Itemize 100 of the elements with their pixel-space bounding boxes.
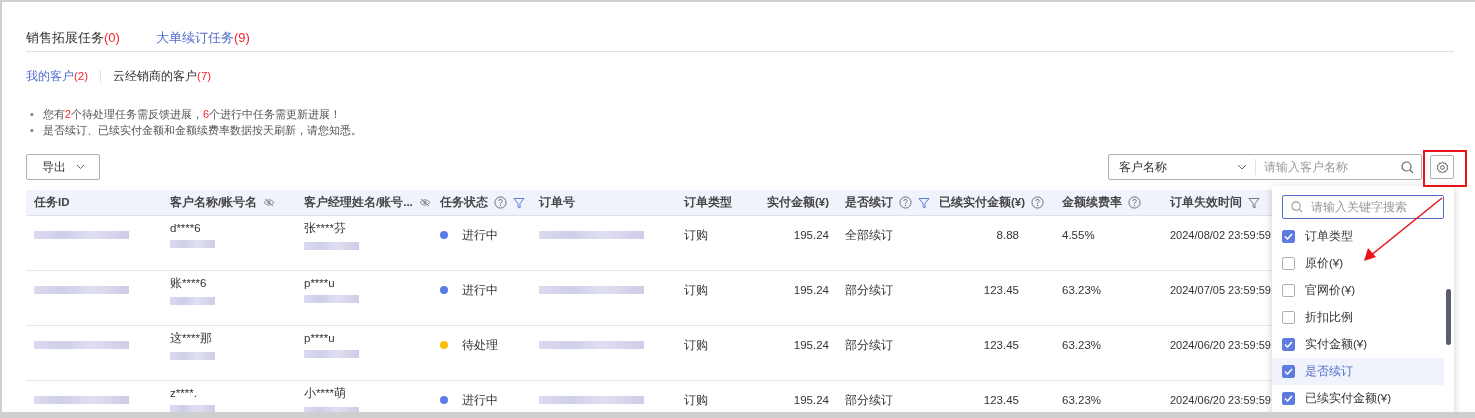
bullet-mark: • [30,123,34,138]
date-text: 2024/07/05 23:59:59 [1170,284,1271,296]
highlight-frame [1423,150,1467,187]
amount-text: 195.24 [793,284,829,296]
column-option[interactable]: 订单类型 [1272,223,1444,250]
amount-text: 123.45 [983,339,1019,351]
filter-icon[interactable] [513,196,525,209]
help-icon[interactable] [899,196,912,209]
checkbox[interactable] [1282,230,1295,243]
checkbox[interactable] [1282,311,1295,324]
status-text: 进行中 [462,282,498,298]
checkbox[interactable] [1282,392,1295,405]
search-icon[interactable] [1401,160,1414,174]
order-type-text: 订购 [684,227,708,243]
column-header: 客户名称/账号名 [170,195,258,210]
column-option[interactable]: 实付金额(¥) [1272,331,1444,358]
blurred-account-name [170,240,215,248]
manager-name: p****u [304,332,335,344]
blurred-account-name [304,350,359,358]
amount-text: 123.45 [983,284,1019,296]
hidden-eye-icon[interactable] [263,198,276,207]
column-header: 任务状态 [440,195,488,210]
hidden-eye-icon[interactable] [418,198,431,207]
column-option[interactable]: 已续实付金额(¥) [1272,385,1444,412]
column-header: 金额续费率 [1062,195,1122,210]
caret-icon [75,164,85,170]
column-option[interactable]: 官网价(¥) [1272,277,1444,304]
notice-text: 您有2个待处理任务需反馈进展，6个进行中任务需更新进展！ [42,107,342,122]
column-header: 实付金额(¥) [766,195,829,210]
blurred-account-name [170,296,215,305]
blurred-account-name [170,405,215,412]
column-option[interactable]: 原价(¥) [1272,250,1444,277]
renewal-text: 全部续订 [845,227,893,243]
customer-name: z****. [170,387,197,399]
column-header: 任务ID [34,195,70,210]
export-button[interactable]: 导出 [26,154,100,180]
customer-search-box[interactable]: 客户名称 请输入客户名称 [1108,154,1422,180]
customer-name: d****6 [170,222,201,234]
order-type-text: 订购 [684,337,708,353]
renewal-text: 部分续订 [845,282,893,298]
amount-text: 8.88 [996,229,1019,241]
rate-text: 63.23% [1062,339,1101,351]
blurred-account-name [170,351,215,360]
date-text: 2024/06/20 23:59:59 [1170,339,1271,351]
scrollbar[interactable] [1446,289,1451,345]
search-icon [1291,201,1303,213]
amount-text: 195.24 [793,339,829,351]
blurred-account-name [304,241,359,250]
rate-text: 63.23% [1062,394,1101,406]
search-scope-dropdown[interactable]: 客户名称 [1109,158,1255,176]
checkbox[interactable] [1282,257,1295,270]
blurred-account-name [304,406,359,412]
column-header: 客户经理姓名/账号... [304,195,413,210]
order-type-text: 订购 [684,392,708,408]
manager-name: 小****萌 [304,385,346,401]
tab[interactable]: 大单续订任务(9) [155,28,250,47]
column-option[interactable]: 是否续订 [1272,358,1444,385]
customer-search-field[interactable]: 请输入客户名称 [1256,159,1401,175]
settings-icon [1435,160,1449,174]
status-text: 待处理 [462,337,498,353]
renewal-text: 部分续订 [845,392,893,408]
column-header: 订单号 [539,195,575,210]
help-icon[interactable] [494,196,507,209]
keyword-search-field[interactable]: 请输入关键字搜索 [1309,200,1433,214]
status-text: 进行中 [462,392,498,408]
keyword-search-box[interactable]: 请输入关键字搜索 [1282,195,1444,219]
customer-name: 账****6 [170,275,207,291]
amount-text: 123.45 [983,394,1019,406]
notice-text: 是否续订、已续实付金额和金额续费率数据按天刷新，请您知悉。 [42,123,362,138]
settings-button[interactable] [1430,155,1454,179]
checkbox[interactable] [1282,284,1295,297]
checkbox[interactable] [1282,365,1295,378]
renewal-text: 部分续订 [845,337,893,353]
rate-text: 4.55% [1062,229,1095,241]
manager-name: 张****芬 [304,220,346,236]
rate-text: 63.23% [1062,284,1101,296]
column-header: 已续实付金额(¥) [939,195,1026,210]
column-option[interactable]: 折扣比例 [1272,304,1444,331]
blurred-account-name [304,295,359,303]
status-text: 进行中 [462,227,498,243]
column-header: 是否续订 [845,195,893,210]
manager-name: p****u [304,277,335,289]
checkbox[interactable] [1282,338,1295,351]
date-text: 2024/06/20 23:59:59 [1170,394,1271,406]
caret-icon [1237,164,1247,170]
help-icon[interactable] [1031,196,1045,209]
date-text: 2024/08/02 23:59:59 [1170,229,1271,241]
column-header: 订单失效时间 [1170,195,1242,210]
customer-name: 这****那 [170,330,212,346]
subtab[interactable]: 我的客户(2) [26,69,89,84]
amount-text: 195.24 [793,394,829,406]
tab[interactable]: 销售拓展任务(0) [26,28,120,47]
filter-icon[interactable] [918,196,930,209]
order-type-text: 订购 [684,282,708,298]
column-header: 订单类型 [684,195,732,210]
amount-text: 195.24 [793,229,829,241]
filter-icon[interactable] [1248,196,1260,209]
help-icon[interactable] [1128,196,1141,209]
bullet-mark: • [30,107,34,122]
subtab[interactable]: 云经销商的客户(7) [113,69,212,84]
